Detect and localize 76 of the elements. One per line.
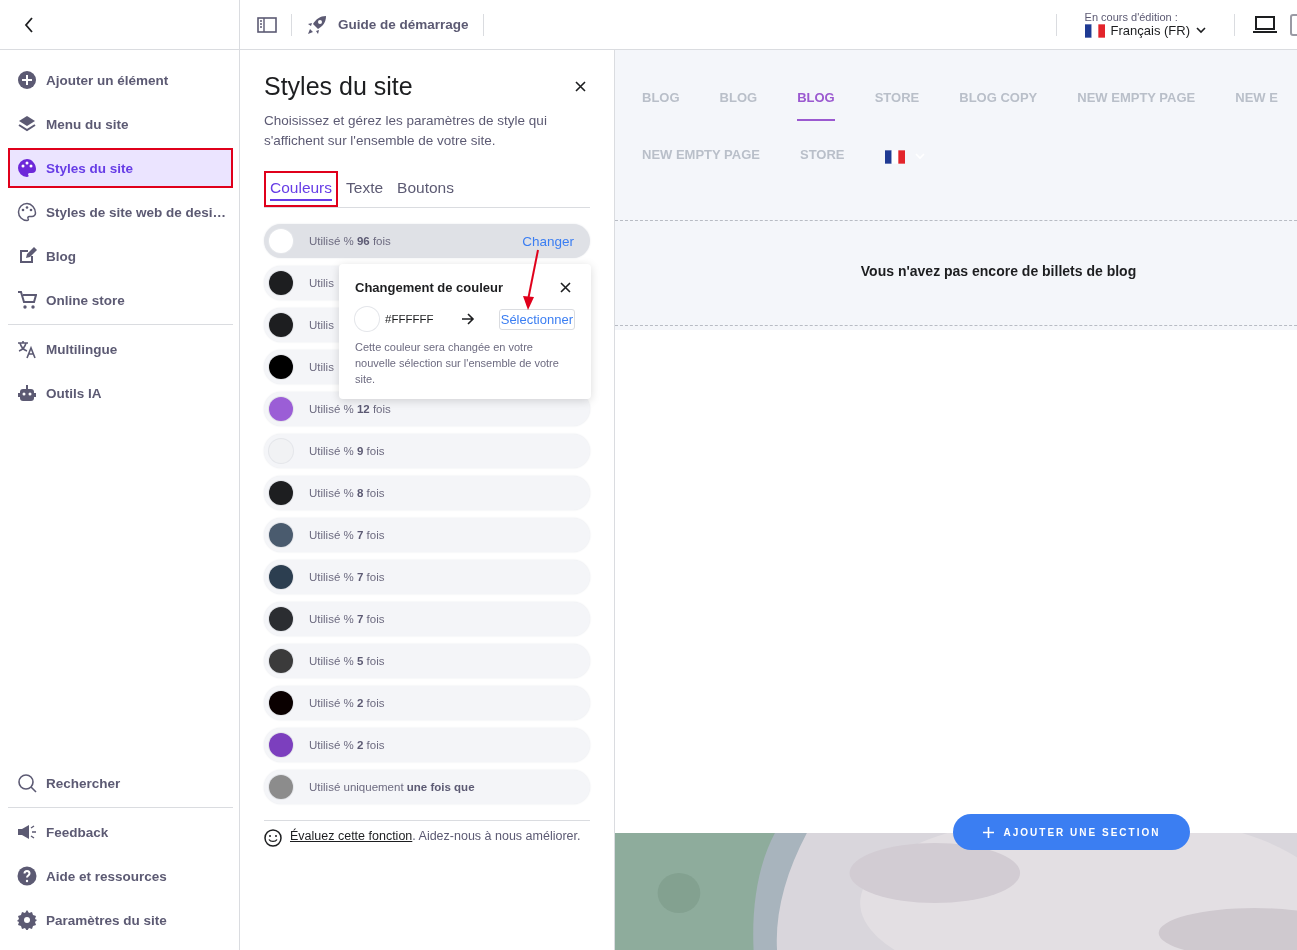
empty-message: Vous n'avez pas encore de billets de blog: [859, 262, 1138, 281]
layers-icon: [17, 114, 37, 134]
robot-icon: [17, 383, 37, 403]
chevron-down-icon: [1196, 27, 1206, 34]
editing-label: En cours d'édition :: [1084, 11, 1179, 23]
color-row[interactable]: Utilisé % 2 fois: [264, 728, 590, 762]
flag-icon: [1084, 23, 1105, 38]
sidebar-item[interactable]: Outils IA: [8, 373, 233, 413]
tab[interactable]: Texte: [340, 171, 390, 207]
usage-label: Utilis: [309, 361, 334, 373]
sidebar-item[interactable]: Online store: [8, 280, 233, 320]
search-icon: [17, 773, 37, 793]
flag-icon: [884, 149, 905, 164]
usage-label: Utilisé % 9 fois: [309, 445, 385, 457]
usage-label: Utilisé % 7 fois: [309, 613, 385, 625]
panel-description: Choisissez et gérez les paramètres de style qui s'affichent sur l'ensemble de votre site.: [264, 112, 548, 150]
select-button[interactable]: Sélectionner: [498, 308, 575, 330]
megaphone-icon: [17, 822, 37, 842]
usage-label: Utilisé % 5 fois: [309, 655, 385, 667]
cart-icon: [17, 290, 37, 310]
color-swatch: [355, 307, 379, 331]
gear-icon: [17, 910, 37, 930]
color-row[interactable]: Utilisé % 7 fois: [264, 518, 590, 552]
color-row[interactable]: Utilisé % 9 fois: [264, 434, 590, 468]
sidebar-item[interactable]: Aide et ressources: [8, 856, 233, 896]
usage-label: Utilisé % 7 fois: [309, 529, 385, 541]
sidebar-item[interactable]: Ajouter un élément: [8, 60, 233, 100]
close-icon: [560, 282, 571, 293]
usage-label: Utilisé % 8 fois: [309, 487, 385, 499]
palette-icon: [17, 158, 37, 178]
chevron-left-icon: [24, 16, 34, 33]
arrow-right-icon: [461, 313, 475, 325]
color-row[interactable]: Utilisé % 96 fois Changer: [264, 224, 590, 258]
plus-icon: [982, 826, 994, 838]
edit-icon: [17, 246, 37, 266]
tab[interactable]: Couleurs: [264, 171, 339, 207]
sidebar-toggle-icon[interactable]: [257, 16, 277, 33]
sidebar-item[interactable]: Blog: [8, 236, 233, 276]
color-row[interactable]: Utilisé % 2 fois: [264, 686, 590, 720]
usage-label: Utilisé % 96 fois: [309, 235, 391, 247]
color-row[interactable]: Utilisé % 5 fois: [264, 644, 590, 678]
color-row[interactable]: Utilisé uniquement une fois que: [264, 770, 590, 804]
translate-icon: [17, 339, 37, 359]
sidebar-item[interactable]: Feedback: [8, 812, 233, 852]
hex-value: #FFFFFF: [385, 313, 435, 325]
rocket-icon: [306, 13, 328, 36]
usage-label: Utilisé % 2 fois: [309, 739, 385, 751]
nav-link[interactable]: BLOG: [797, 78, 835, 121]
palette-icon: [17, 202, 37, 222]
add-icon: [17, 70, 37, 90]
popover-note: Cette couleur sera changée en votre nouvelle sélection sur l'ensemble de votre site.: [355, 340, 560, 387]
help-icon: [17, 866, 37, 886]
color-row[interactable]: Utilisé % 8 fois: [264, 476, 590, 510]
language-dropdown[interactable]: Français (FR): [1084, 23, 1206, 38]
sidebar-item[interactable]: Styles du site: [8, 148, 233, 188]
add-section-button[interactable]: AJOUTER UNE SECTION: [953, 814, 1190, 850]
usage-label: Utilis: [309, 319, 334, 331]
sidebar-item[interactable]: Paramètres du site: [8, 900, 233, 940]
close-icon: [575, 81, 586, 92]
feedback-text: Évaluez cette fonction. Aidez-nous à nous améliorer.: [290, 829, 581, 845]
panel-title: Styles du site: [264, 72, 413, 101]
sidebar-item[interactable]: Multilingue: [8, 329, 233, 369]
usage-label: Utilisé % 12 fois: [309, 403, 391, 415]
tab[interactable]: Boutons: [391, 171, 460, 207]
sidebar-item[interactable]: Rechercher: [8, 763, 233, 803]
sidebar-item[interactable]: Styles de site web de desi…: [8, 192, 233, 232]
usage-label: Utilisé uniquement une fois que: [309, 781, 475, 793]
sidebar-item[interactable]: Menu du site: [8, 104, 233, 144]
usage-label: Utilisé % 2 fois: [309, 697, 385, 709]
usage-label: Utilis: [309, 277, 334, 289]
color-row[interactable]: Utilisé % 7 fois: [264, 602, 590, 636]
smiley-icon: [264, 829, 282, 847]
guide-button[interactable]: Guide de démarrage: [306, 13, 469, 36]
popover-title: Changement de couleur: [355, 280, 504, 295]
color-row[interactable]: Utilisé % 7 fois: [264, 560, 590, 594]
usage-label: Utilisé % 7 fois: [309, 571, 385, 583]
